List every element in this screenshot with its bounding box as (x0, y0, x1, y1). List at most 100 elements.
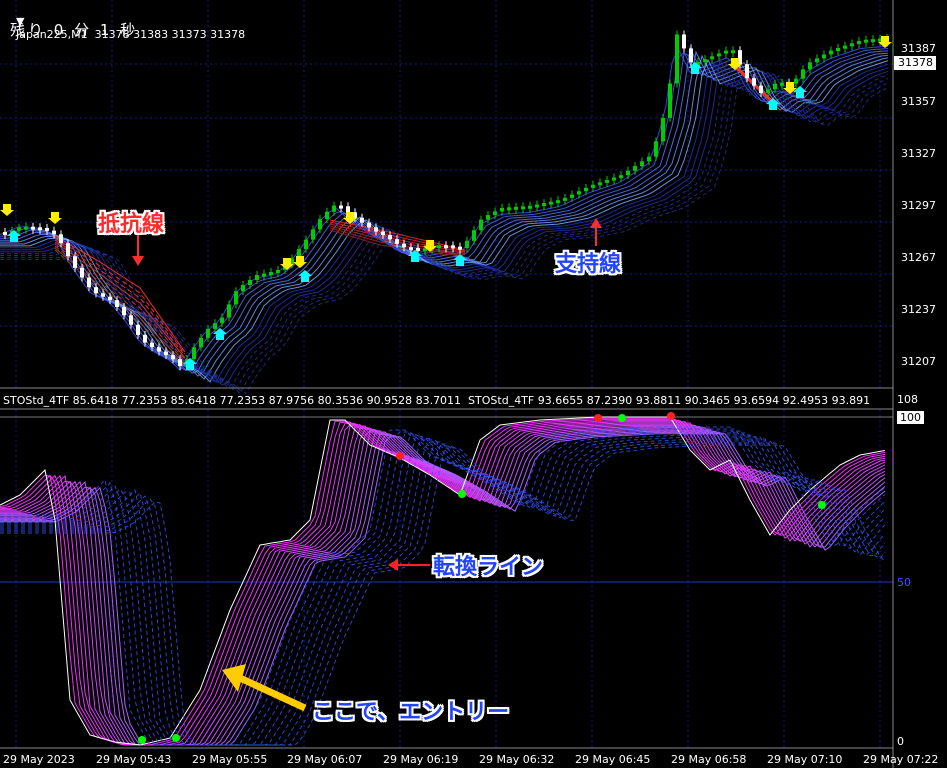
candle-body (122, 307, 126, 316)
candle-body (864, 39, 868, 43)
candle-body (80, 267, 84, 278)
candle-body (577, 191, 581, 195)
candle-body (367, 222, 371, 228)
candle-body (332, 205, 336, 212)
candle-body (745, 64, 749, 79)
candle-body (584, 187, 588, 192)
candle-body (661, 117, 665, 142)
candle-body (311, 229, 315, 240)
candle-body (262, 273, 266, 277)
arrow-down-icon (0, 204, 14, 216)
entry-arrow (238, 674, 307, 712)
candle-body (31, 226, 35, 230)
candle-body (766, 89, 770, 94)
time-label: 29 May 06:19 (383, 753, 459, 766)
candle-body (717, 53, 721, 57)
signal-dot (667, 412, 675, 420)
candle-body (199, 337, 203, 348)
candle-body (850, 43, 854, 47)
price-label: 31357 (901, 95, 936, 108)
candle-body (493, 211, 497, 216)
signal-dot (396, 452, 404, 460)
candle-body (94, 287, 98, 294)
candle-body (563, 197, 567, 201)
resistance-arrowhead (132, 256, 144, 266)
time-label: 29 May 2023 (3, 753, 75, 766)
candle-body (206, 328, 210, 338)
candle-body (255, 275, 259, 281)
candle-body (633, 166, 637, 171)
candle-body (444, 245, 448, 249)
signal-dot (458, 490, 466, 498)
arrow-up-icon (793, 86, 807, 98)
candle-body (17, 227, 21, 231)
candle-body (591, 184, 595, 188)
candle-body (549, 201, 553, 205)
bar-countdown: 残り 0 分 1 秒 (10, 21, 139, 39)
candle-body (143, 334, 147, 343)
chart-canvas[interactable] (0, 0, 947, 768)
candle-body (570, 194, 574, 198)
candle-body (213, 323, 217, 329)
candle-body (668, 83, 672, 118)
candle-body (171, 355, 175, 360)
candle-body (843, 45, 847, 49)
candle-body (458, 246, 462, 250)
support-annotation: 支持線 (555, 252, 622, 277)
candle-body (808, 62, 812, 70)
candle-body (780, 82, 784, 86)
candle-body (822, 54, 826, 59)
candle-body (339, 205, 343, 209)
candle-body (416, 247, 420, 251)
candle-body (269, 272, 273, 276)
candle-body (801, 69, 805, 79)
indicator-top-value: 108 (897, 393, 918, 406)
candle-body (129, 315, 133, 325)
candle-body (682, 34, 686, 49)
candle-body (703, 59, 707, 63)
signal-dot (172, 734, 180, 742)
candle-body (857, 41, 861, 45)
candle-body (3, 232, 7, 235)
candle-body (38, 227, 42, 231)
arrow-down-icon (293, 256, 307, 268)
price-label: 31267 (901, 251, 936, 264)
candle-body (724, 50, 728, 54)
candle-body (409, 247, 413, 251)
candle-body (437, 245, 441, 249)
candle-body (675, 34, 679, 84)
candle-body (381, 231, 385, 236)
candle-body (73, 256, 77, 268)
candle-body (598, 182, 602, 186)
candle-body (304, 239, 308, 250)
candle-body (759, 85, 763, 94)
candle-body (157, 347, 161, 352)
candle-body (535, 204, 539, 208)
candle-body (542, 203, 546, 207)
signal-dot (818, 501, 826, 509)
candle-body (178, 359, 182, 367)
candle-body (318, 219, 322, 230)
signal-arrows (0, 36, 892, 370)
candle-body (626, 170, 630, 176)
candle-body (612, 177, 616, 181)
time-label: 29 May 06:45 (575, 753, 651, 766)
chart-window[interactable]: ▼ Japan225,M1 31378 31383 31373 31378 残り… (0, 0, 947, 768)
candle-body (507, 207, 511, 211)
candle-body (248, 280, 252, 286)
annotation-arrows (132, 218, 602, 712)
candle-body (108, 296, 112, 301)
candle-body (388, 235, 392, 240)
candle-body (794, 78, 798, 84)
level-label-0: 0 (897, 735, 904, 748)
indicator-label: STOStd_4TF 85.6418 77.2353 85.6418 77.23… (3, 394, 871, 407)
time-label: 29 May 06:07 (287, 753, 363, 766)
signal-dot (594, 414, 602, 422)
entry-annotation: ここで、エントリー (312, 700, 510, 725)
level-label-100: 100 (897, 411, 924, 424)
candle-body (815, 58, 819, 63)
price-label: 31207 (901, 355, 936, 368)
candle-body (192, 347, 196, 360)
candle-body (451, 245, 455, 249)
candle-body (472, 230, 476, 241)
